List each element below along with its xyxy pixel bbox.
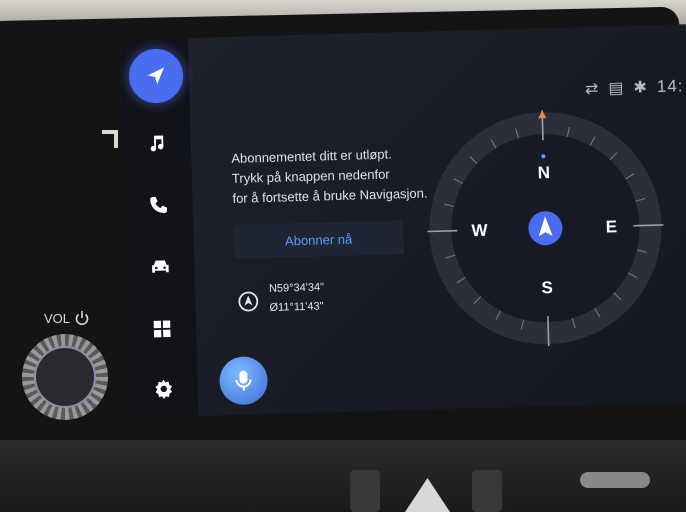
car-icon	[152, 260, 169, 273]
air-vent	[350, 470, 380, 512]
subscription-expired-message: Abonnementet ditt er utløpt. Trykk på kn…	[231, 143, 433, 209]
sidebar-item-settings[interactable]	[139, 364, 188, 413]
vol-text: VOL	[44, 310, 71, 326]
message-line: for å fortsette å bruke Navigasjon.	[232, 185, 428, 206]
longitude: Ø11°11'43"	[269, 300, 324, 314]
sidebar-item-music[interactable]	[132, 118, 181, 167]
compass-south: S	[541, 278, 553, 297]
compass: N E S W	[427, 110, 664, 347]
compass-small-icon	[238, 291, 259, 312]
infotainment-screen: ⇄ ▤ ✱ 14: Abonnementet ditt er utløpt. T…	[120, 24, 686, 418]
subscribe-button[interactable]: Abonner nå	[233, 220, 405, 259]
compass-tick	[427, 229, 458, 233]
voice-button[interactable]	[218, 356, 269, 406]
air-vent	[472, 470, 502, 512]
latitude: N59°34'34"	[268, 281, 325, 295]
north-dot	[541, 154, 546, 159]
clock: 14:	[656, 76, 684, 97]
compass-north: N	[537, 163, 550, 182]
phone-icon	[150, 196, 168, 214]
knob-center	[34, 346, 96, 408]
compass-tick	[633, 224, 664, 227]
gear-icon	[155, 379, 173, 399]
signal-icon: ▤	[608, 79, 624, 98]
compass-tick	[547, 316, 550, 347]
status-bar: ⇄ ▤ ✱ 14:	[585, 76, 684, 99]
power-icon	[75, 311, 89, 326]
sidebar-item-phone[interactable]	[134, 180, 183, 229]
vent-handle[interactable]	[580, 472, 650, 488]
hardware-button-icon[interactable]	[100, 126, 122, 152]
apps-icon	[153, 320, 171, 338]
shuffle-icon: ⇄	[584, 80, 599, 99]
compass-east: E	[605, 217, 617, 236]
sidebar-item-vehicle[interactable]	[136, 242, 185, 291]
coordinates: N59°34'34" Ø11°11'43"	[269, 278, 325, 318]
sidebar-item-navigation[interactable]	[128, 48, 184, 104]
music-icon	[150, 135, 164, 152]
sidebar-item-apps[interactable]	[137, 304, 186, 353]
bluetooth-icon: ✱	[633, 79, 648, 97]
volume-label: VOL	[44, 310, 90, 326]
microphone-icon	[235, 370, 252, 391]
volume-knob[interactable]	[22, 334, 108, 420]
navigation-icon	[147, 67, 165, 85]
compass-west: W	[471, 221, 489, 240]
sidebar	[120, 38, 199, 418]
